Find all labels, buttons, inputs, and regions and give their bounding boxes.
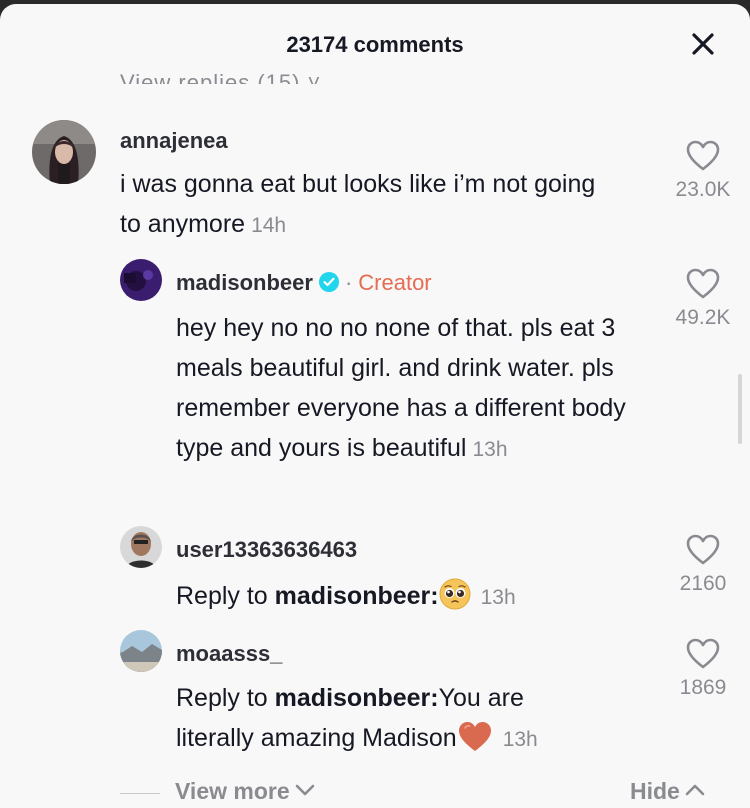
creator-label: Creator: [358, 270, 432, 295]
like-button[interactable]: 1869: [658, 638, 748, 700]
close-button[interactable]: [688, 29, 718, 59]
comment-text: i was gonna eat but looks like i’m not g…: [120, 164, 620, 246]
heart-icon: [686, 268, 720, 299]
reply-timestamp: 13h: [472, 438, 508, 461]
avatar-user13363636463[interactable]: [120, 526, 162, 568]
reply-body: hey hey no no no none of that. pls eat 3…: [176, 314, 626, 462]
heart-icon: [686, 638, 720, 669]
reply-prefix: Reply to: [176, 582, 275, 610]
scrollbar[interactable]: [738, 374, 742, 444]
view-more-divider: [120, 793, 160, 794]
comments-count-title: 23174 comments: [286, 32, 464, 57]
avatar-madisonbeer[interactable]: [120, 259, 162, 301]
avatar-image: [120, 526, 162, 568]
reply-username-text[interactable]: madisonbeer: [176, 270, 313, 295]
chevron-down-icon: [295, 784, 314, 796]
reply-username: madisonbeer · Creator: [176, 270, 432, 296]
comment-body: i was gonna eat but looks like i’m not g…: [120, 170, 596, 238]
close-icon: [692, 33, 714, 55]
heart-emoji-icon: [458, 722, 491, 751]
avatar-moaasss[interactable]: [120, 630, 162, 672]
hide-label: Hide: [630, 778, 680, 804]
like-button[interactable]: 49.2K: [658, 268, 748, 330]
reply-text: hey hey no no no none of that. pls eat 3…: [176, 308, 656, 470]
avatar-image: [120, 630, 162, 672]
heart-icon: [686, 140, 720, 171]
reply-body-line1: You are: [438, 684, 524, 712]
comments-sheet: 23174 comments View replies (15) ˅ annaj…: [0, 4, 750, 808]
like-count: 2160: [679, 572, 727, 595]
reply-timestamp: 13h: [480, 586, 516, 609]
view-more-label: View more: [175, 778, 290, 804]
verified-badge-icon: [318, 272, 339, 292]
like-count: 1869: [679, 676, 727, 699]
partial-view-replies[interactable]: View replies (15) ˅: [120, 66, 380, 84]
reply-timestamp: 13h: [502, 728, 538, 751]
like-count: 49.2K: [675, 306, 731, 329]
reply-prefix: Reply to: [176, 684, 275, 712]
reply-text: Reply to madisonbeer: 13h: [176, 576, 656, 618]
avatar-image: [120, 259, 162, 301]
comment-timestamp: 14h: [251, 214, 287, 237]
like-button[interactable]: 2160: [658, 534, 748, 596]
view-more-button[interactable]: View more: [175, 778, 316, 805]
reply-username[interactable]: user13363636463: [176, 537, 357, 563]
comment-username[interactable]: annajenea: [120, 128, 228, 154]
avatar-image: [32, 120, 96, 184]
like-button[interactable]: 23.0K: [658, 140, 748, 202]
pleading-face-icon: [439, 578, 471, 610]
reply-body-line2: literally amazing Madison: [176, 724, 457, 752]
reply-to-mention[interactable]: madisonbeer:: [275, 582, 439, 610]
heart-icon: [686, 534, 720, 565]
chevron-up-icon: [685, 784, 705, 796]
reply-text: Reply to madisonbeer:You are literally am…: [176, 678, 656, 760]
reply-username[interactable]: moaasss_: [176, 641, 282, 667]
avatar-annajenea[interactable]: [32, 120, 96, 184]
hide-button[interactable]: Hide: [630, 778, 706, 805]
reply-to-mention[interactable]: madisonbeer:: [275, 684, 439, 712]
separator-dot: ·: [344, 270, 353, 295]
like-count: 23.0K: [675, 178, 731, 201]
partial-view-replies-label: View replies (15) ˅: [120, 70, 322, 84]
